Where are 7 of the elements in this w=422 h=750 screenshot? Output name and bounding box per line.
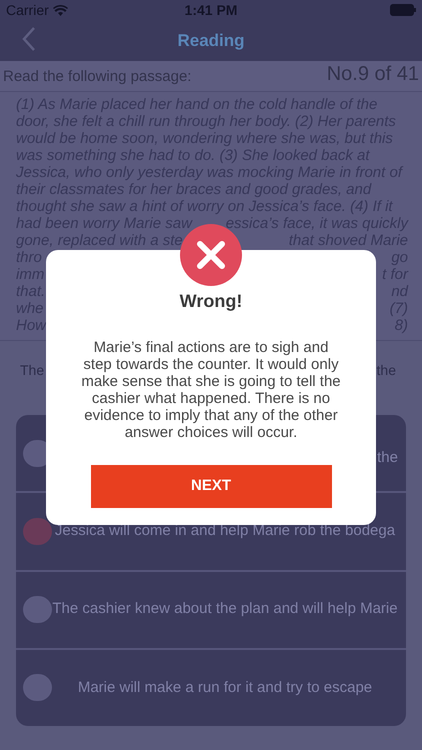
answer-text: the (377, 448, 398, 468)
answer-text: Jessica will come in and help Marie rob the bodega (54, 521, 396, 542)
dialog-title: Wrong! (180, 290, 242, 313)
screen-title: Reading (177, 30, 245, 52)
answer-text: Marie will make a run for it and try to escape (76, 678, 374, 698)
answer-text: The cashier knew about the plan and will help Marie (52, 599, 398, 620)
dialog-message: Marie’s final actions are to sigh and step towards the counter. It would only make sense that she is going to tell the cashier what happened. There is no evidence to imply that any of the other answer choices will occur. (80, 339, 342, 441)
